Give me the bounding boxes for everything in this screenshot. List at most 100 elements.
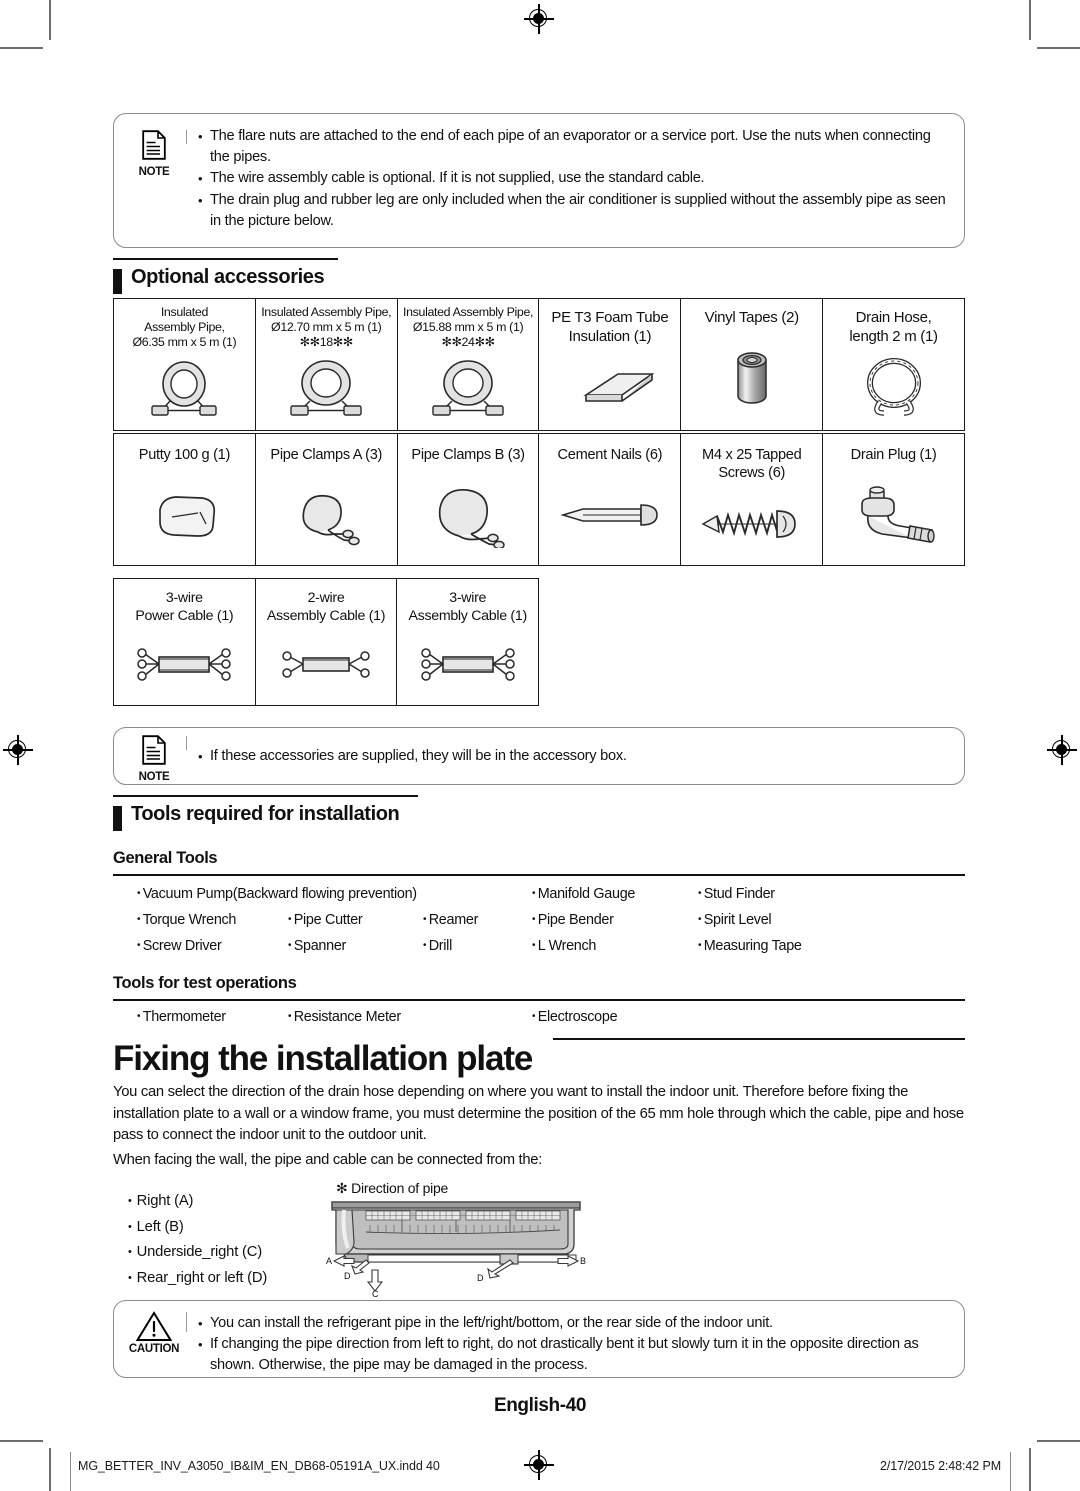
tool-item: Drill [423,938,453,954]
direction-item: Underside_right (C) [128,1240,267,1266]
tool-item: Measuring Tape [698,938,802,954]
accessory-cell: 3-wire Power Cable (1) [114,579,256,705]
nail-icon [539,464,680,565]
accessory-cell: Putty 100 g (1) [114,434,256,565]
accessory-caption: Insulated Assembly Pipe, Ø15.88 mm x 5 m … [403,305,534,350]
foam-slab-icon [539,346,680,430]
accessory-caption: 2-wire Assembly Cable (1) [266,590,386,624]
note-document-icon [142,735,166,765]
accessory-caption: Drain Hose, length 2 m (1) [849,309,938,345]
note-divider [186,130,187,144]
section-bar [113,269,122,294]
general-tools-label: General Tools [113,849,218,867]
general-tools-grid: Vacuum Pump(Backward flowing prevention)… [113,886,965,964]
accessory-caption: Insulated Assembly Pipe, Ø6.35 mm x 5 m (1… [132,305,237,350]
accessory-caption: Vinyl Tapes (2) [704,309,799,326]
crop-mark-top-right-h [1037,47,1080,49]
crop-mark-bottom-right-h [1037,1440,1080,1442]
caution-item-list: • You can install the refrigerant pipe i… [198,1313,950,1375]
diagram-caption: ✻ Direction of pipe [336,1180,449,1196]
note-icon-label: NOTE [138,166,170,178]
direction-item: Left (B) [128,1215,267,1241]
note-item: • If these accessories are supplied, the… [198,746,950,767]
tool-item: Resistance Meter [288,1009,401,1025]
accessory-caption: 3-wire Power Cable (1) [135,590,234,624]
accessory-cell: PE T3 Foam Tube Insulation (1) [539,299,682,430]
tool-item: Manifold Gauge [532,886,636,902]
test-tools-label: Tools for test operations [113,974,297,992]
bullet-glyph: • [198,129,203,144]
general-tools-rule [113,874,965,877]
intro-paragraph-1: You can select the direction of the drai… [113,1084,964,1143]
svg-text:B: B [580,1256,586,1266]
section-bar [113,806,122,831]
registration-mark-bottom [524,1450,554,1480]
note-item-list: • The flare nuts are attached to the end… [198,126,950,231]
svg-text:D: D [477,1273,484,1283]
tool-item: Reamer [423,912,479,928]
accessory-caption: Cement Nails (6) [557,447,663,463]
crop-mark-top-left-v [49,0,51,40]
bullet-glyph: • [198,1337,203,1352]
footer-timestamp: 2/17/2015 2:48:42 PM [880,1459,1002,1473]
direction-item: Rear_right or left (D) [128,1266,268,1292]
accessory-cell: Vinyl Tapes (2) [681,299,824,430]
note-divider [186,736,187,750]
caution-item: • If changing the pipe direction from le… [198,1334,950,1375]
note-item: • The wire assembly cable is optional. I… [198,168,950,189]
tool-item: Stud Finder [698,886,775,902]
crop-mark-bottom-right-v [1029,1448,1031,1491]
caution-callout: CAUTION • You can install the refrigeran… [113,1300,965,1378]
accessory-caption: Pipe Clamps A (3) [270,447,383,463]
registration-mark-top [524,4,554,34]
caution-icon-label: CAUTION [128,1343,180,1355]
drain-plug-icon [823,464,964,565]
direction-item: Right (A) [128,1189,267,1215]
svg-text:C: C [372,1289,379,1298]
accessories-table-row-1: Insulated Assembly Pipe, Ø6.35 mm x 5 m (1… [113,298,965,431]
section-rule [113,258,338,261]
accessory-cell: Insulated Assembly Pipe, Ø15.88 mm x 5 m … [398,299,540,430]
tool-item: Spanner [288,938,347,954]
warning-triangle-icon [128,1311,180,1342]
registration-mark-left [3,735,33,765]
tool-row: Screw Driver Spanner Drill L Wrench Meas… [113,938,965,964]
accessories-table-row-3: 3-wire Power Cable (1) 2-wire Assembly Cab… [113,578,539,706]
crop-mark-top-right-v [1029,0,1031,40]
note-callout-bottom: NOTE • If these accessories are supplied… [113,727,965,785]
accessory-cell: Pipe Clamps A (3) [256,434,398,565]
drain-hose-icon [823,346,964,430]
accessory-cell: 3-wire Assembly Cable (1) [397,579,538,705]
tool-item: Thermometer [137,1009,226,1025]
cable-2-icon [256,625,397,705]
section-title: Tools required for installation [131,803,400,825]
coil-pipe-icon [398,351,539,430]
test-tools-rule [113,999,965,1002]
accessory-caption: Insulated Assembly Pipe, Ø12.70 mm x 5 m … [261,305,392,350]
screw-icon [681,482,822,565]
test-tools-grid: Thermometer Resistance Meter Electroscop… [113,1009,965,1035]
note-icon-label: NOTE [138,771,170,783]
clamp-b-icon [398,464,539,565]
tape-roll-icon [681,327,822,430]
accessory-caption: Pipe Clamps B (3) [411,447,525,463]
tool-item: Pipe Cutter [288,912,363,928]
note-item-list: • If these accessories are supplied, the… [198,746,950,767]
accessories-table-row-2: Putty 100 g (1) Pipe Clamps A (3) Pipe C… [113,433,965,566]
tool-row: Vacuum Pump(Backward flowing prevention)… [113,886,965,912]
tool-item: Screw Driver [137,938,222,954]
accessory-cell: Insulated Assembly Pipe, Ø12.70 mm x 5 m … [256,299,398,430]
crop-mark-bottom-left-v [49,1448,51,1491]
tool-item: Vacuum Pump(Backward flowing prevention) [137,886,417,902]
note-icon-block: NOTE [128,130,180,178]
svg-text:A: A [326,1256,332,1266]
tool-row: Torque Wrench Pipe Cutter Reamer Pipe Be… [113,912,965,938]
footer-divider-left [70,1452,72,1491]
accessory-cell: Pipe Clamps B (3) [398,434,540,565]
tool-item: Spirit Level [698,912,772,928]
cable-3-icon [397,625,538,705]
section-rule [113,795,418,798]
note-document-icon [142,130,166,160]
tool-item: L Wrench [532,938,597,954]
registration-mark-right [1047,735,1077,765]
